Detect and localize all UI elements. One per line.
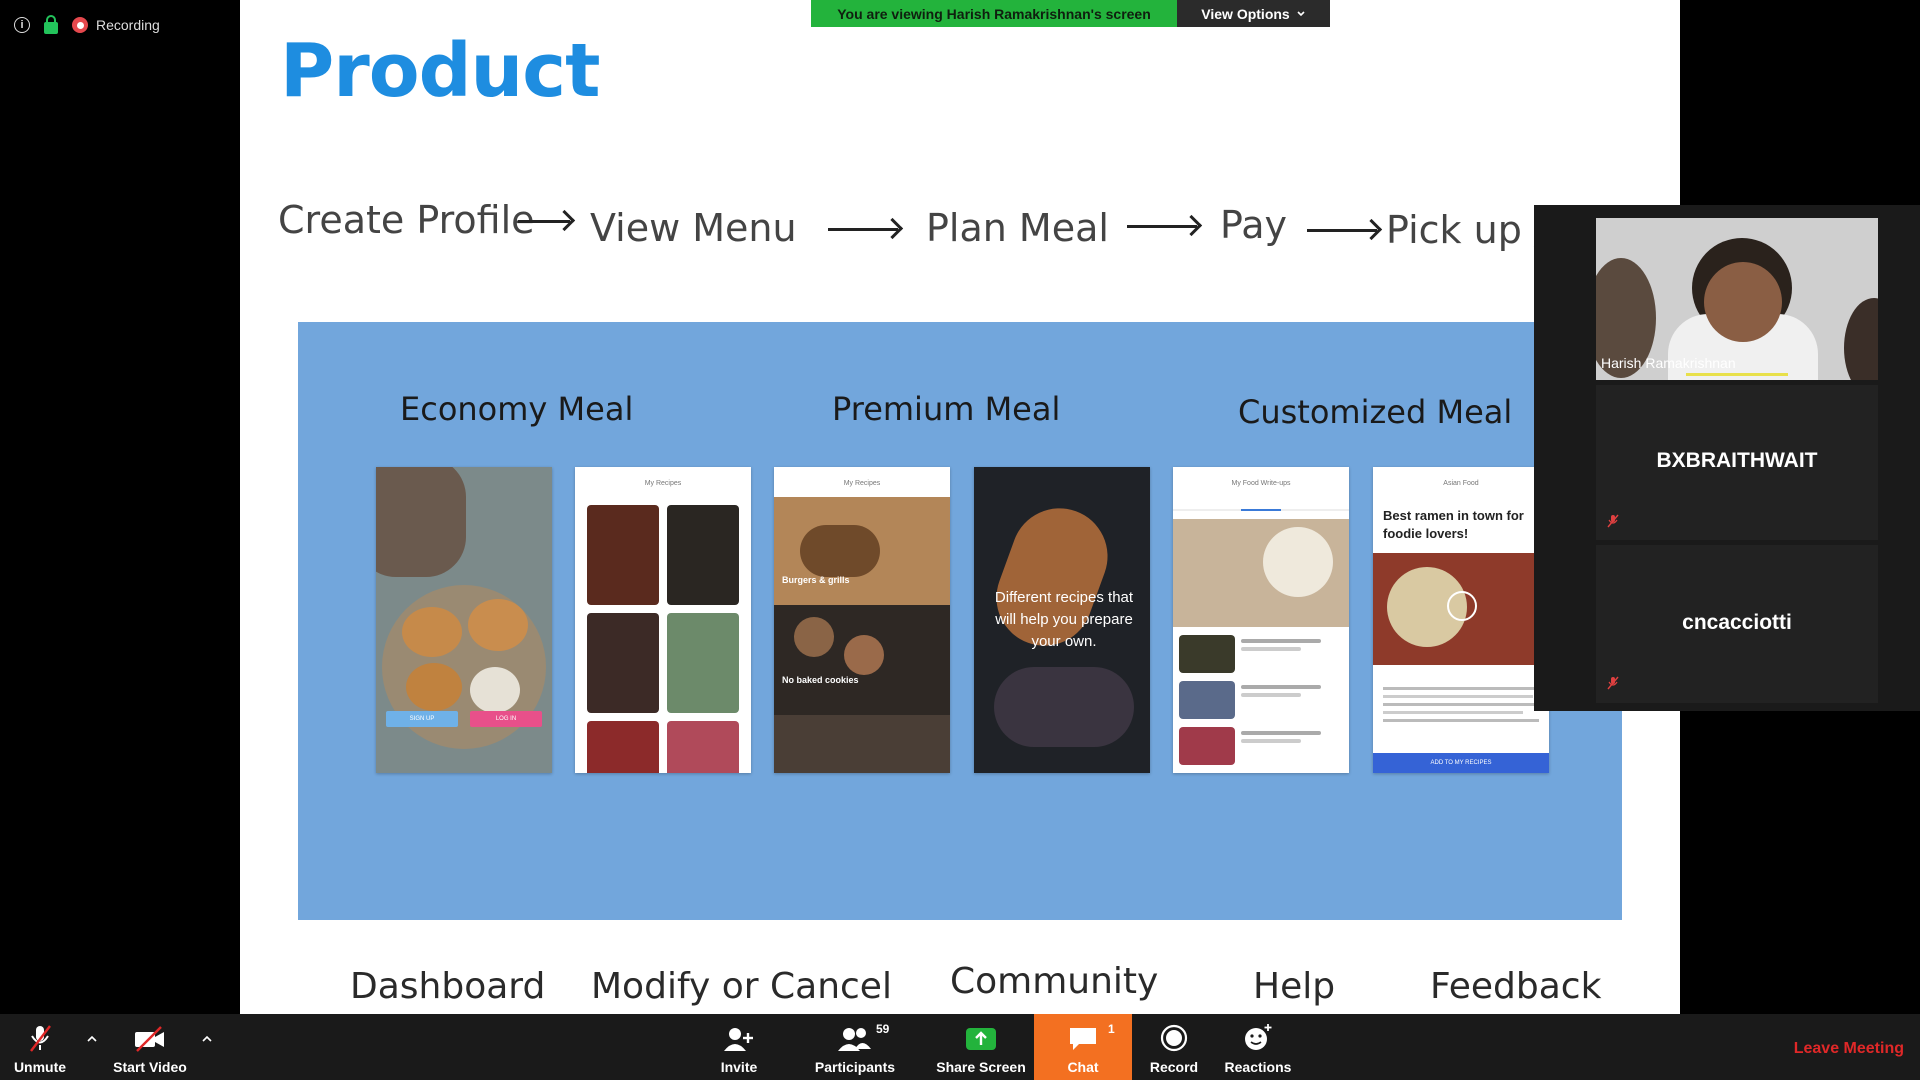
flow-step-create-profile: Create Profile (278, 198, 535, 242)
flow-step-pick-up: Pick up / (1386, 208, 1547, 252)
reactions-button[interactable]: Reactions (1222, 1014, 1294, 1080)
lock-icon[interactable] (44, 14, 58, 34)
start-video-label: Start Video (113, 1059, 187, 1075)
chevron-up-icon[interactable] (87, 1034, 97, 1044)
participant-name: BXBRAITHWAIT (1656, 449, 1818, 472)
video-person (1844, 298, 1878, 380)
muted-mic-icon (30, 1025, 51, 1052)
phone-caption-ramen: Best ramen in town for foodie lovers! (1383, 508, 1524, 541)
meal-heading-customized: Customized Meal (1238, 393, 1513, 431)
phone-mockup-burgers: My Recipes Burgers & grills No baked coo… (774, 467, 950, 773)
nav-dashboard: Dashboard (350, 966, 546, 1007)
flow-arrow-icon (1127, 225, 1197, 228)
viewing-label: You are viewing Harish Ramakrishnan's sc… (811, 0, 1177, 27)
invite-label: Invite (720, 1059, 758, 1075)
speaking-indicator (1686, 373, 1788, 376)
add-person-icon (724, 1028, 753, 1051)
phone-caption-cookies: No baked cookies (782, 675, 859, 685)
flow-arrow-icon (828, 228, 898, 231)
participant-tile-bxbraithwait[interactable]: BXBRAITHWAIT (1596, 385, 1878, 540)
record-label: Record (1149, 1059, 1199, 1075)
flow-arrow-icon (518, 220, 570, 223)
nav-help: Help (1253, 966, 1336, 1007)
participant-video-panel: Harish Ramakrishnan BXBRAITHWAIT cncacci… (1534, 205, 1920, 711)
add-to-recipes-button: ADD TO MY RECIPES (1373, 753, 1549, 773)
phone-mockup-my-recipes: My Recipes (575, 467, 751, 773)
chat-bubble-icon (1070, 1028, 1096, 1050)
video-face (1704, 262, 1782, 342)
flow-step-pay: Pay (1220, 203, 1287, 247)
chat-badge: 1 (1108, 1022, 1115, 1036)
invite-button[interactable]: Invite (714, 1014, 764, 1080)
leave-meeting-button[interactable]: Leave Meeting (1794, 1040, 1904, 1058)
phone-title: My Recipes (843, 480, 881, 487)
phone-mockup-food-writeups: My Food Write-ups (1173, 467, 1349, 773)
view-options-button[interactable]: View Options (1177, 0, 1330, 27)
phone-caption-recipes: Different recipes that will help you pre… (994, 589, 1134, 650)
phone-caption-burgers: Burgers & grills (782, 575, 850, 585)
participants-count: 59 (876, 1022, 890, 1036)
phone-mockup-cookies: SIGN UP LOG IN (376, 467, 552, 773)
participants-icon (838, 1028, 871, 1051)
info-icon[interactable]: i (14, 17, 30, 33)
nav-community: Community (950, 961, 1159, 1002)
recording-label: Recording (96, 17, 160, 33)
meal-heading-economy: Economy Meal (400, 390, 634, 428)
smiley-icon (1245, 1024, 1272, 1050)
flow-arrow-icon (1307, 229, 1377, 232)
flow-step-plan-meal: Plan Meal (926, 206, 1109, 250)
chevron-down-icon (1297, 10, 1305, 16)
record-dot-icon (72, 17, 88, 33)
meal-options-panel: Economy Meal Premium Meal Customized Mea… (298, 322, 1622, 920)
nav-modify-or-cancel: Modify or Cancel (591, 966, 892, 1007)
sign-up-button: SIGN UP (386, 711, 458, 727)
record-icon (1160, 1024, 1188, 1052)
phone-title: My Recipes (644, 480, 682, 487)
record-button[interactable]: Record (1146, 1014, 1202, 1080)
phone-title: My Food Write-ups (1231, 480, 1291, 487)
nav-feedback: Feedback (1430, 966, 1602, 1007)
view-options-label: View Options (1201, 5, 1290, 22)
meeting-status: i Recording (14, 14, 160, 36)
start-video-button[interactable]: Start Video (106, 1014, 194, 1080)
video-tile-harish[interactable]: Harish Ramakrishnan (1596, 218, 1878, 380)
participants-label: Participants (814, 1059, 896, 1075)
chevron-up-icon[interactable] (202, 1034, 212, 1044)
video-participant-name: Harish Ramakrishnan (1601, 355, 1736, 371)
share-screen-icon (966, 1028, 996, 1050)
chat-button[interactable]: Chat (1034, 1014, 1132, 1080)
share-screen-button[interactable]: Share Screen (932, 1014, 1030, 1080)
participant-name: cncacciotti (1682, 611, 1792, 634)
unmute-button[interactable]: Unmute (0, 1014, 80, 1080)
muted-mic-icon (1607, 514, 1619, 528)
slide-title: Product (280, 28, 600, 114)
chat-label: Chat (1067, 1059, 1099, 1075)
flow-step-view-menu: View Menu (590, 206, 797, 250)
meal-heading-premium: Premium Meal (832, 390, 1061, 428)
reactions-label: Reactions (1224, 1059, 1292, 1075)
share-screen-label: Share Screen (936, 1059, 1026, 1075)
shared-screen: Product Create Profile View Menu Plan Me… (240, 0, 1680, 1014)
unmute-label: Unmute (13, 1059, 67, 1075)
recording-indicator: Recording (72, 17, 160, 33)
screen-share-banner: You are viewing Harish Ramakrishnan's sc… (811, 0, 1330, 27)
muted-mic-icon (1607, 676, 1619, 690)
video-off-icon (135, 1026, 164, 1052)
phone-mockup-recipes-intro: Different recipes that will help you pre… (974, 467, 1150, 773)
log-in-button: LOG IN (470, 711, 542, 727)
meeting-toolbar: Unmute Start Video Invite Participants 5… (0, 1014, 1920, 1080)
phone-mockup-asian-food: Asian Food Best ramen in town for foodie… (1373, 467, 1549, 773)
participant-tile-cncacciotti[interactable]: cncacciotti (1596, 545, 1878, 703)
phone-title: Asian Food (1443, 480, 1479, 487)
